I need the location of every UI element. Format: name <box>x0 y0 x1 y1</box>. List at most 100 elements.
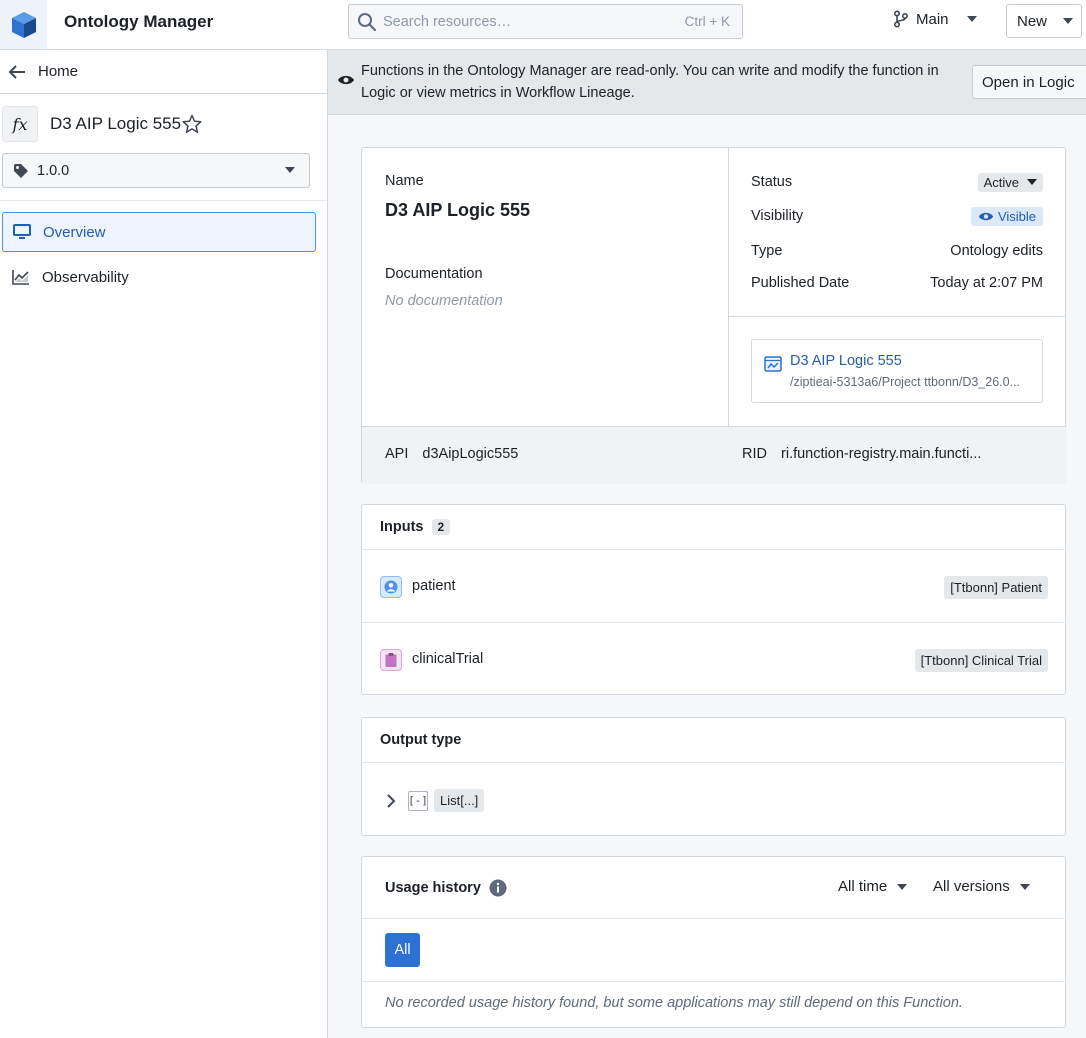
usage-title: Usage history <box>385 880 481 896</box>
function-name: D3 AIP Logic 555 <box>385 200 531 220</box>
clipboard-icon <box>380 649 402 671</box>
eye-icon <box>338 75 354 85</box>
new-button[interactable]: New <box>1006 4 1082 38</box>
caret-down-icon <box>966 16 977 22</box>
published-value: Today at 2:07 PM <box>930 275 1043 291</box>
function-icon-text: fx <box>12 114 28 134</box>
arrow-left-icon <box>8 64 25 79</box>
version-filter-label: All versions <box>933 878 1010 895</box>
top-bar: Ontology Manager Search resources… Ctrl … <box>0 0 1086 50</box>
search-input[interactable]: Search resources… Ctrl + K <box>348 4 743 39</box>
output-type-tag: List[...] <box>434 789 485 812</box>
cube-logo-icon <box>11 11 36 38</box>
inputs-count: 2 <box>431 519 451 535</box>
divider <box>729 316 1066 317</box>
usage-history-card: Usage history All time All versions All … <box>361 856 1066 1028</box>
open-in-logic-button[interactable]: Open in Logic <box>972 65 1086 99</box>
home-label: Home <box>38 63 79 80</box>
resource-link-card[interactable]: D3 AIP Logic 555 /ziptieai-5313a6/Projec… <box>751 339 1043 403</box>
usage-header: Usage history All time All versions <box>362 857 1066 919</box>
input-row: patient [Ttbonn] Patient <box>362 550 1066 623</box>
open-in-logic-label: Open in Logic <box>982 73 1075 91</box>
usage-title-group: Usage history <box>385 879 507 897</box>
type-value: Ontology edits <box>950 243 1043 259</box>
version-select[interactable]: 1.0.0 <box>2 153 310 188</box>
function-icon: fx <box>2 106 38 142</box>
visibility-badge: Visible <box>970 206 1043 226</box>
overview-footer: API d3AipLogic555 RID ri.function-regist… <box>362 426 1066 484</box>
input-type-tag[interactable]: [Ttbonn] Clinical Trial <box>914 649 1048 672</box>
search-shortcut: Ctrl + K <box>684 14 730 29</box>
inputs-title: Inputs <box>380 519 424 535</box>
caret-down-icon <box>285 167 295 173</box>
time-filter-label: All time <box>838 878 888 895</box>
rid-value[interactable]: ri.function-registry.main.functi... <box>781 446 981 462</box>
visibility-value: Visible <box>997 208 1036 224</box>
input-row: clinicalTrial [Ttbonn] Clinical Trial <box>362 623 1066 696</box>
output-type-card: Output type [-] List[...] <box>361 717 1066 836</box>
status-dropdown[interactable]: Active <box>977 172 1043 192</box>
all-filter-button[interactable]: All <box>385 933 420 967</box>
version-filter-dropdown[interactable]: All versions <box>933 878 1030 895</box>
git-branch-icon <box>893 10 909 28</box>
divider <box>0 200 327 201</box>
api-item: API d3AipLogic555 <box>385 446 518 462</box>
function-title: D3 AIP Logic 555 <box>50 114 182 133</box>
new-button-label: New <box>1017 12 1048 30</box>
output-header: Output type <box>362 718 1066 763</box>
documentation-value: No documentation <box>385 293 503 309</box>
nav-label: Overview <box>43 223 106 241</box>
input-name: patient <box>412 578 456 594</box>
visibility-row: Visibility Visible <box>751 204 1043 228</box>
chart-area-icon <box>12 270 29 285</box>
eye-icon <box>978 212 994 220</box>
nav-label: Observability <box>42 268 129 286</box>
monitor-icon <box>13 224 31 239</box>
api-label: API <box>385 446 409 462</box>
resource-path: /ziptieai-5313a6/Project ttbonn/D3_26.0.… <box>790 375 1021 389</box>
info-icon[interactable] <box>489 879 507 897</box>
banner-message: Functions in the Ontology Manager are re… <box>361 63 939 101</box>
resource-title: D3 AIP Logic 555 <box>790 353 902 369</box>
type-label: Type <box>751 243 783 259</box>
usage-empty-message: No recorded usage history found, but som… <box>385 995 963 1011</box>
sidebar: Home fx D3 AIP Logic 555 1.0.0 Overview … <box>0 50 328 1038</box>
branch-selector[interactable]: Main <box>892 10 977 28</box>
published-row: Published Date Today at 2:07 PM <box>751 271 1043 295</box>
time-filter-dropdown[interactable]: All time <box>838 878 908 895</box>
inputs-card: Inputs 2 patient [Ttbonn] Patient clinic… <box>361 504 1066 695</box>
status-row: Status Active <box>751 170 1043 194</box>
visibility-label: Visibility <box>751 208 804 224</box>
version-value: 1.0.0 <box>37 162 70 179</box>
app-logo[interactable] <box>0 0 47 49</box>
tag-icon <box>14 163 28 178</box>
status-label: Status <box>751 174 793 190</box>
input-name: clinicalTrial <box>412 651 484 667</box>
read-only-banner: Functions in the Ontology Manager are re… <box>328 50 1086 115</box>
overview-card: Name D3 AIP Logic 555 Documentation No d… <box>361 147 1066 484</box>
type-row: Type Ontology edits <box>751 239 1043 263</box>
caret-down-icon <box>1027 179 1037 185</box>
logic-file-icon <box>764 356 782 372</box>
caret-down-icon <box>1063 18 1074 24</box>
branch-label: Main <box>916 10 949 28</box>
rid-label: RID <box>742 446 767 462</box>
inputs-header: Inputs 2 <box>362 505 1066 550</box>
input-type-tag[interactable]: [Ttbonn] Patient <box>944 576 1048 599</box>
rid-item: RID ri.function-registry.main.functi... <box>742 446 981 462</box>
nav-item-overview[interactable]: Overview <box>2 212 316 252</box>
star-icon[interactable] <box>182 114 202 134</box>
user-icon <box>380 576 402 598</box>
output-type-row[interactable]: [-] List[...] <box>386 789 485 812</box>
api-value[interactable]: d3AipLogic555 <box>422 446 518 462</box>
divider <box>362 981 1066 982</box>
name-label: Name <box>385 173 424 189</box>
list-icon: [-] <box>408 790 428 811</box>
chevron-right-icon[interactable] <box>386 793 396 808</box>
nav-item-observability[interactable]: Observability <box>2 257 316 297</box>
home-link[interactable]: Home <box>0 50 327 94</box>
status-value: Active <box>983 174 1019 190</box>
list-icon-text: [-] <box>408 794 428 807</box>
app-title: Ontology Manager <box>64 12 214 31</box>
published-label: Published Date <box>751 275 850 291</box>
